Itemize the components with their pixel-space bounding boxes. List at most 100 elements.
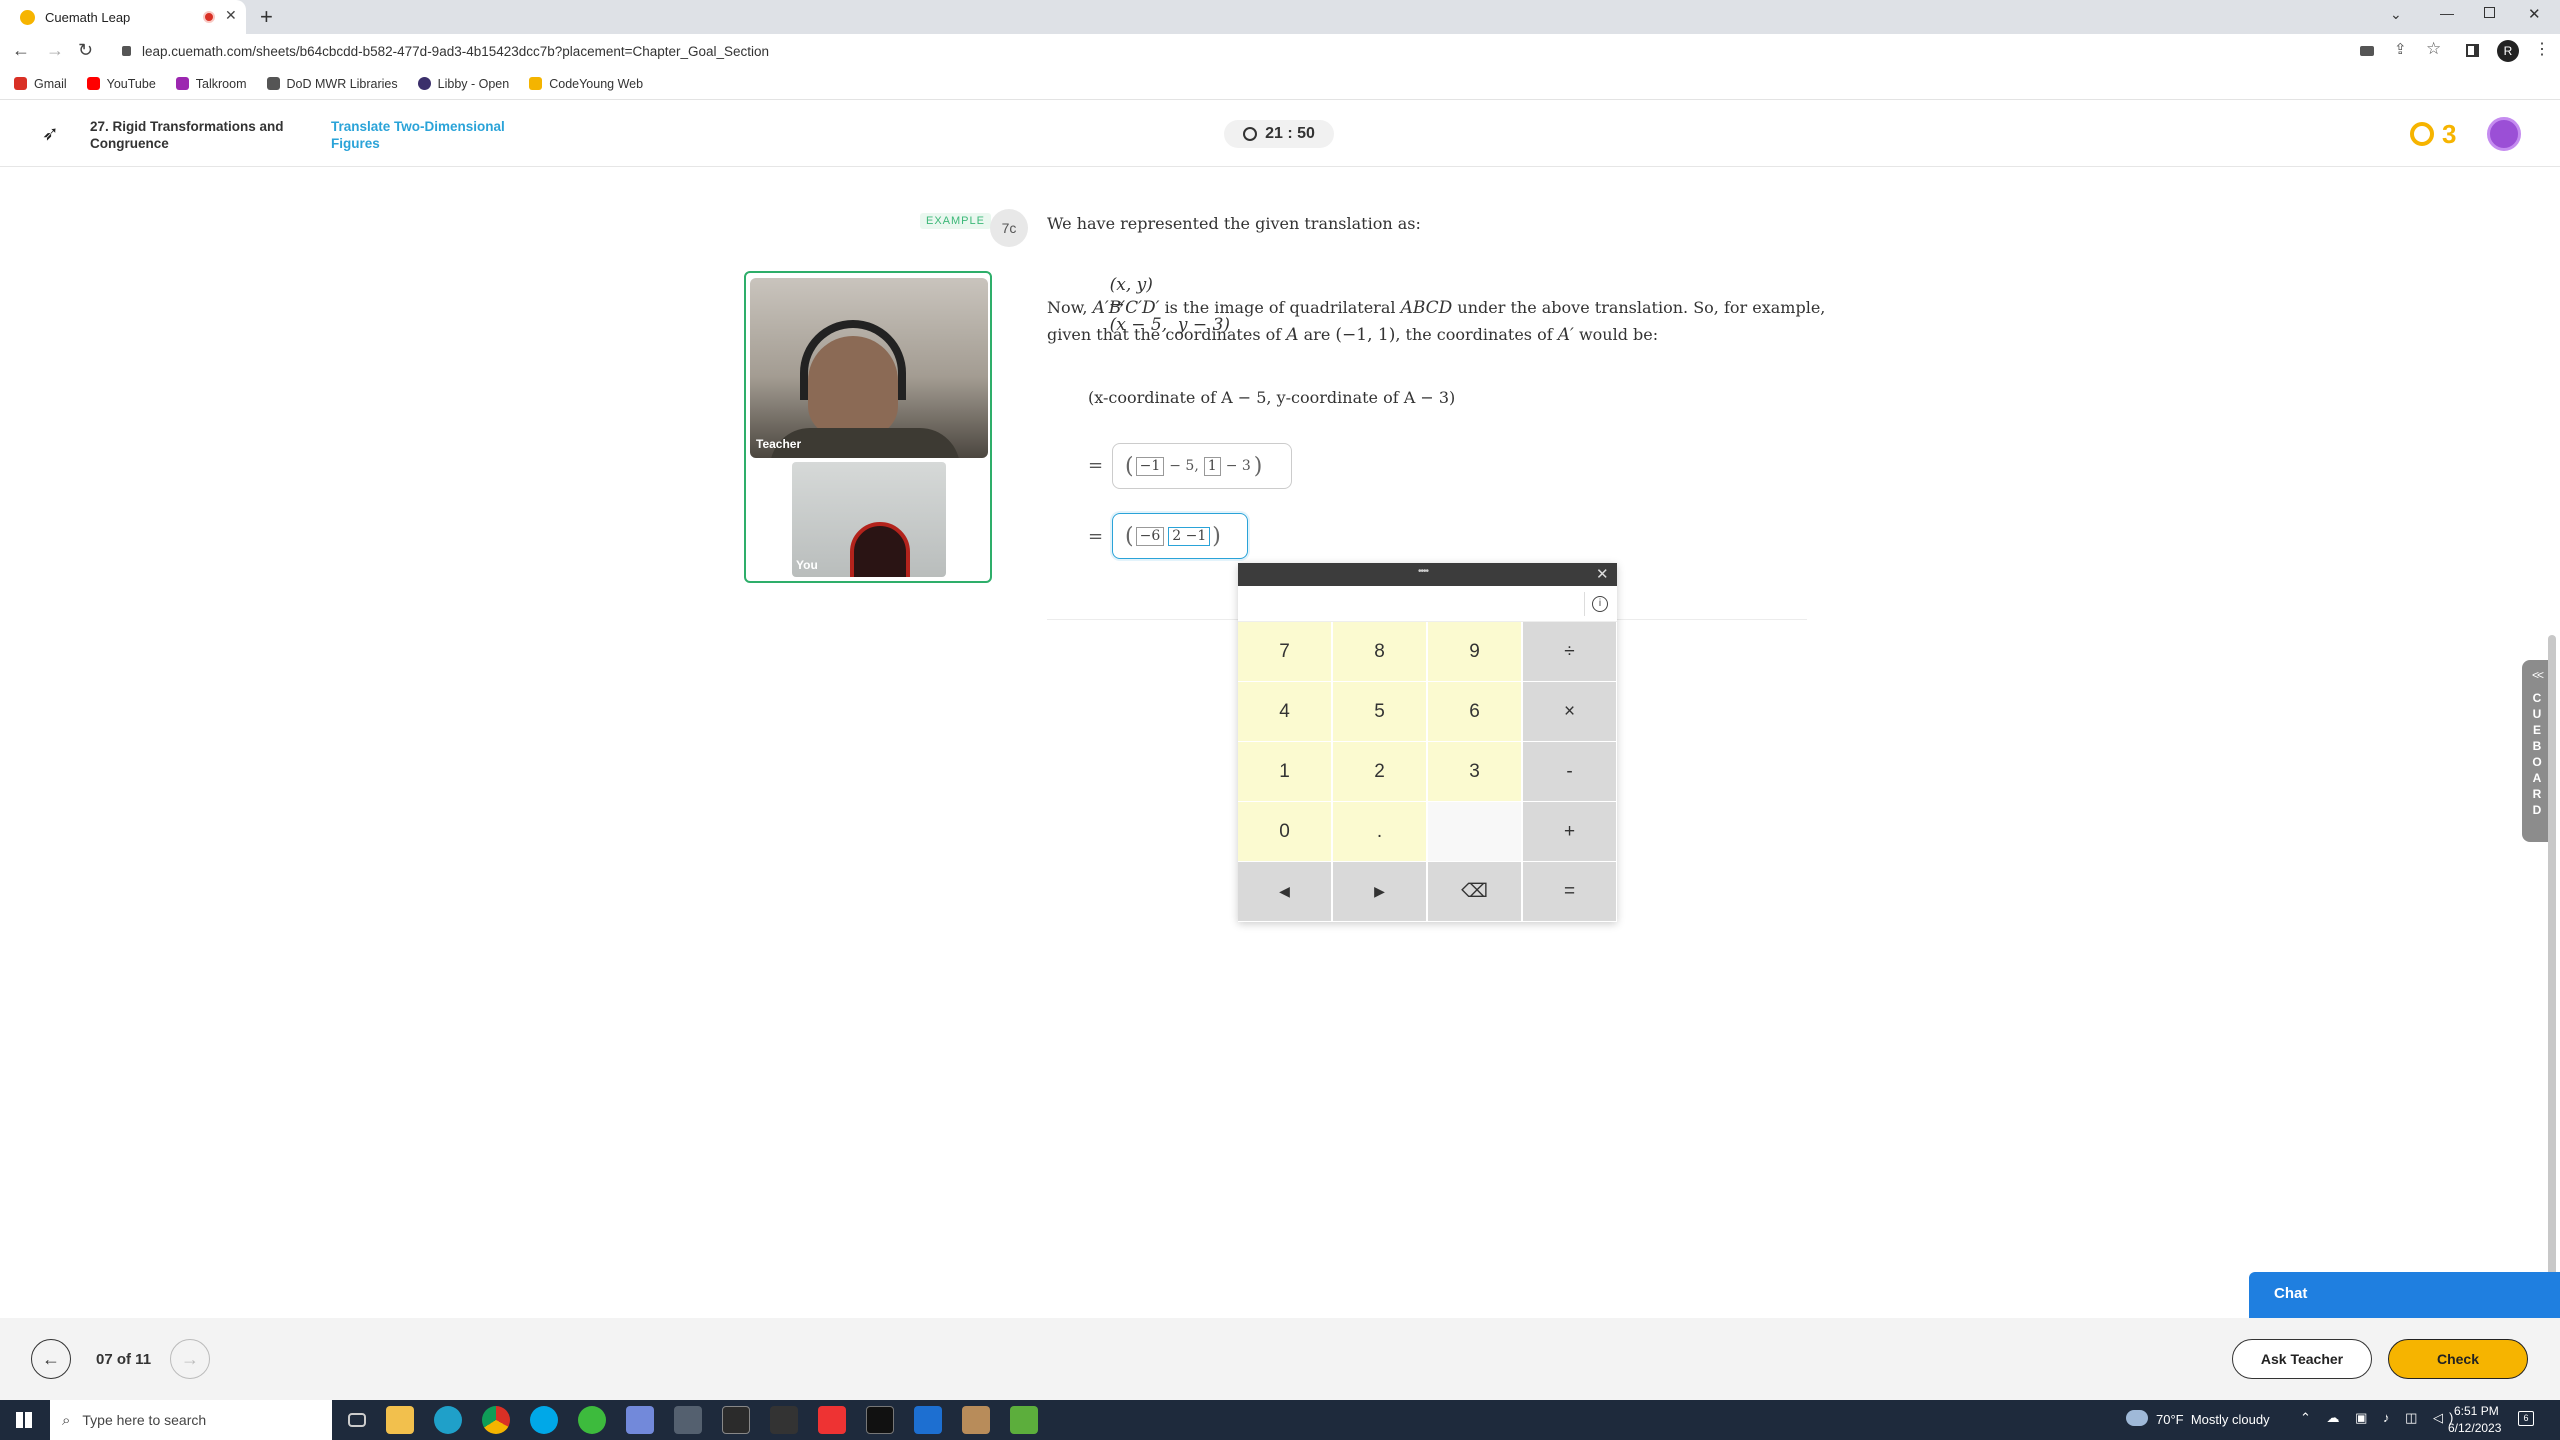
minimize-icon[interactable]: — <box>2440 5 2454 21</box>
bookmark-codeyoung[interactable]: CodeYoung Web <box>529 77 643 91</box>
bookmark-dod-mwr[interactable]: DoD MWR Libraries <box>266 77 398 91</box>
steam-icon[interactable] <box>674 1406 702 1434</box>
key-minus[interactable]: - <box>1523 742 1617 802</box>
key-divide[interactable]: ÷ <box>1523 622 1617 682</box>
step-2-input-x[interactable]: −6 <box>1135 526 1165 546</box>
page-scrollbar[interactable] <box>2548 635 2556 1315</box>
chapter-title[interactable]: 27. Rigid Transformations and Congruence <box>90 118 290 152</box>
capcut-icon[interactable] <box>866 1406 894 1434</box>
key-4[interactable]: 4 <box>1238 682 1332 742</box>
sidepanel-icon[interactable] <box>2466 44 2479 57</box>
key-backspace-icon[interactable]: ⌫ <box>1428 862 1522 922</box>
key-6[interactable]: 6 <box>1428 682 1522 742</box>
window-close-icon[interactable]: ✕ <box>2528 5 2541 23</box>
profile-avatar[interactable]: R <box>2497 40 2519 62</box>
skype-icon[interactable] <box>530 1406 558 1434</box>
rule-lhs: (x, y) <box>1109 275 1153 295</box>
share-icon[interactable]: ⇪ <box>2394 40 2407 58</box>
key-equals[interactable]: = <box>1523 862 1617 922</box>
tab-search-icon[interactable]: ⌄ <box>2390 6 2402 23</box>
clock-date[interactable]: 6/12/2023 <box>2448 1421 2501 1435</box>
minecraft-icon[interactable] <box>1010 1406 1038 1434</box>
key-9[interactable]: 9 <box>1428 622 1522 682</box>
key-7[interactable]: 7 <box>1238 622 1332 682</box>
streak-target-icon <box>2410 122 2434 146</box>
intro-text: We have represented the given translatio… <box>1047 214 1421 233</box>
key-1[interactable]: 1 <box>1238 742 1332 802</box>
dod-mwr-icon <box>266 77 280 90</box>
forward-icon[interactable]: → <box>46 40 64 61</box>
rocket-icon[interactable]: ➶ <box>42 121 59 146</box>
previous-button[interactable]: ← <box>31 1339 71 1379</box>
clock-icon <box>1243 127 1258 141</box>
key-3[interactable]: 3 <box>1428 742 1522 802</box>
task-view-icon[interactable] <box>348 1413 366 1427</box>
bookmark-gmail[interactable]: Gmail <box>14 77 67 91</box>
kebab-menu-icon[interactable]: ⋮ <box>2534 39 2550 59</box>
youtube-icon <box>86 77 100 90</box>
calculator-titlebar[interactable]: •••• ✕ <box>1238 563 1617 586</box>
step-2-input-y[interactable]: 2 −1 <box>1168 526 1211 546</box>
recording-icon <box>203 11 215 23</box>
key-plus[interactable]: + <box>1523 802 1617 862</box>
bookmark-libby[interactable]: Libby - Open <box>417 77 509 91</box>
restore-icon[interactable] <box>2484 7 2495 18</box>
info-icon[interactable]: i <box>1592 596 1608 612</box>
camera-icon[interactable] <box>2360 46 2374 56</box>
taskbar-search[interactable]: ⌕ Type here to search <box>50 1400 332 1440</box>
step-1-input-y[interactable]: 1 <box>1203 456 1221 476</box>
key-empty <box>1428 802 1522 862</box>
file-explorer-icon[interactable] <box>386 1406 414 1434</box>
chrome-icon[interactable] <box>482 1406 510 1434</box>
system-tray-icons[interactable]: ⌃ ☁ ▣ ♪ ◫ ◁) <box>2300 1410 2459 1426</box>
key-left-arrow-icon[interactable]: ◀ <box>1238 862 1332 922</box>
key-5[interactable]: 5 <box>1333 682 1427 742</box>
check-button[interactable]: Check <box>2388 1339 2528 1379</box>
browser-tab[interactable]: Cuemath Leap ✕ <box>0 0 246 34</box>
key-right-arrow-icon[interactable]: ▶ <box>1333 862 1427 922</box>
windows-start-icon[interactable] <box>16 1412 32 1428</box>
bookmark-star-icon[interactable]: ☆ <box>2426 39 2441 59</box>
tab-close-icon[interactable]: ✕ <box>225 7 237 24</box>
example-tag: EXAMPLE <box>920 213 991 229</box>
talkroom-icon <box>175 77 189 90</box>
clock-time[interactable]: 6:51 PM <box>2454 1404 2499 1418</box>
magnifier-icon: ⌕ <box>62 1411 71 1429</box>
gaming-app-icon[interactable] <box>914 1406 942 1434</box>
game-launcher-icon[interactable] <box>962 1406 990 1434</box>
calculator-display[interactable]: i <box>1238 586 1617 622</box>
film-app-icon[interactable] <box>770 1406 798 1434</box>
key-multiply[interactable]: × <box>1523 682 1617 742</box>
ask-teacher-button[interactable]: Ask Teacher <box>2232 1339 2372 1379</box>
bookmark-youtube[interactable]: YouTube <box>86 77 156 91</box>
address-bar[interactable]: leap.cuemath.com/sheets/b64cbcdd-b582-47… <box>142 44 769 59</box>
key-8[interactable]: 8 <box>1333 622 1427 682</box>
green-app-icon[interactable] <box>578 1406 606 1434</box>
key-0[interactable]: 0 <box>1238 802 1332 862</box>
monster-avatar-icon[interactable] <box>2487 117 2521 151</box>
key-2[interactable]: 2 <box>1333 742 1427 802</box>
notification-icon[interactable]: 6 <box>2518 1411 2534 1426</box>
new-tab-icon[interactable]: + <box>260 4 273 30</box>
chat-tab[interactable]: Chat <box>2249 1272 2560 1318</box>
bookmark-talkroom[interactable]: Talkroom <box>175 77 247 91</box>
next-button[interactable]: → <box>170 1339 210 1379</box>
calculator-close-icon[interactable]: ✕ <box>1596 565 1609 583</box>
epic-games-icon[interactable] <box>722 1406 750 1434</box>
back-icon[interactable]: ← <box>12 40 30 61</box>
drag-handle-icon[interactable]: •••• <box>1418 566 1429 577</box>
topic-title[interactable]: Translate Two-Dimensional Figures <box>331 118 531 152</box>
weather-text[interactable]: 70°F Mostly cloudy <box>2156 1412 2270 1427</box>
cuemath-favicon-icon <box>20 9 35 25</box>
key-decimal[interactable]: . <box>1333 802 1427 862</box>
edge-icon[interactable] <box>434 1406 462 1434</box>
discord-icon[interactable] <box>626 1406 654 1434</box>
step-1-box: ( −1 − 5, 1 − 3 ) <box>1112 443 1292 489</box>
reload-icon[interactable]: ↻ <box>78 40 93 61</box>
media-player-icon[interactable] <box>818 1406 846 1434</box>
step-1-input-x[interactable]: −1 <box>1135 456 1165 476</box>
example-number-badge: 7c <box>990 209 1028 247</box>
ask-teacher-label: Ask Teacher <box>2260 1351 2344 1367</box>
step-2-box[interactable]: ( −6 2 −1 ) <box>1112 513 1248 559</box>
timer-value: 21 : 50 <box>1265 125 1315 142</box>
